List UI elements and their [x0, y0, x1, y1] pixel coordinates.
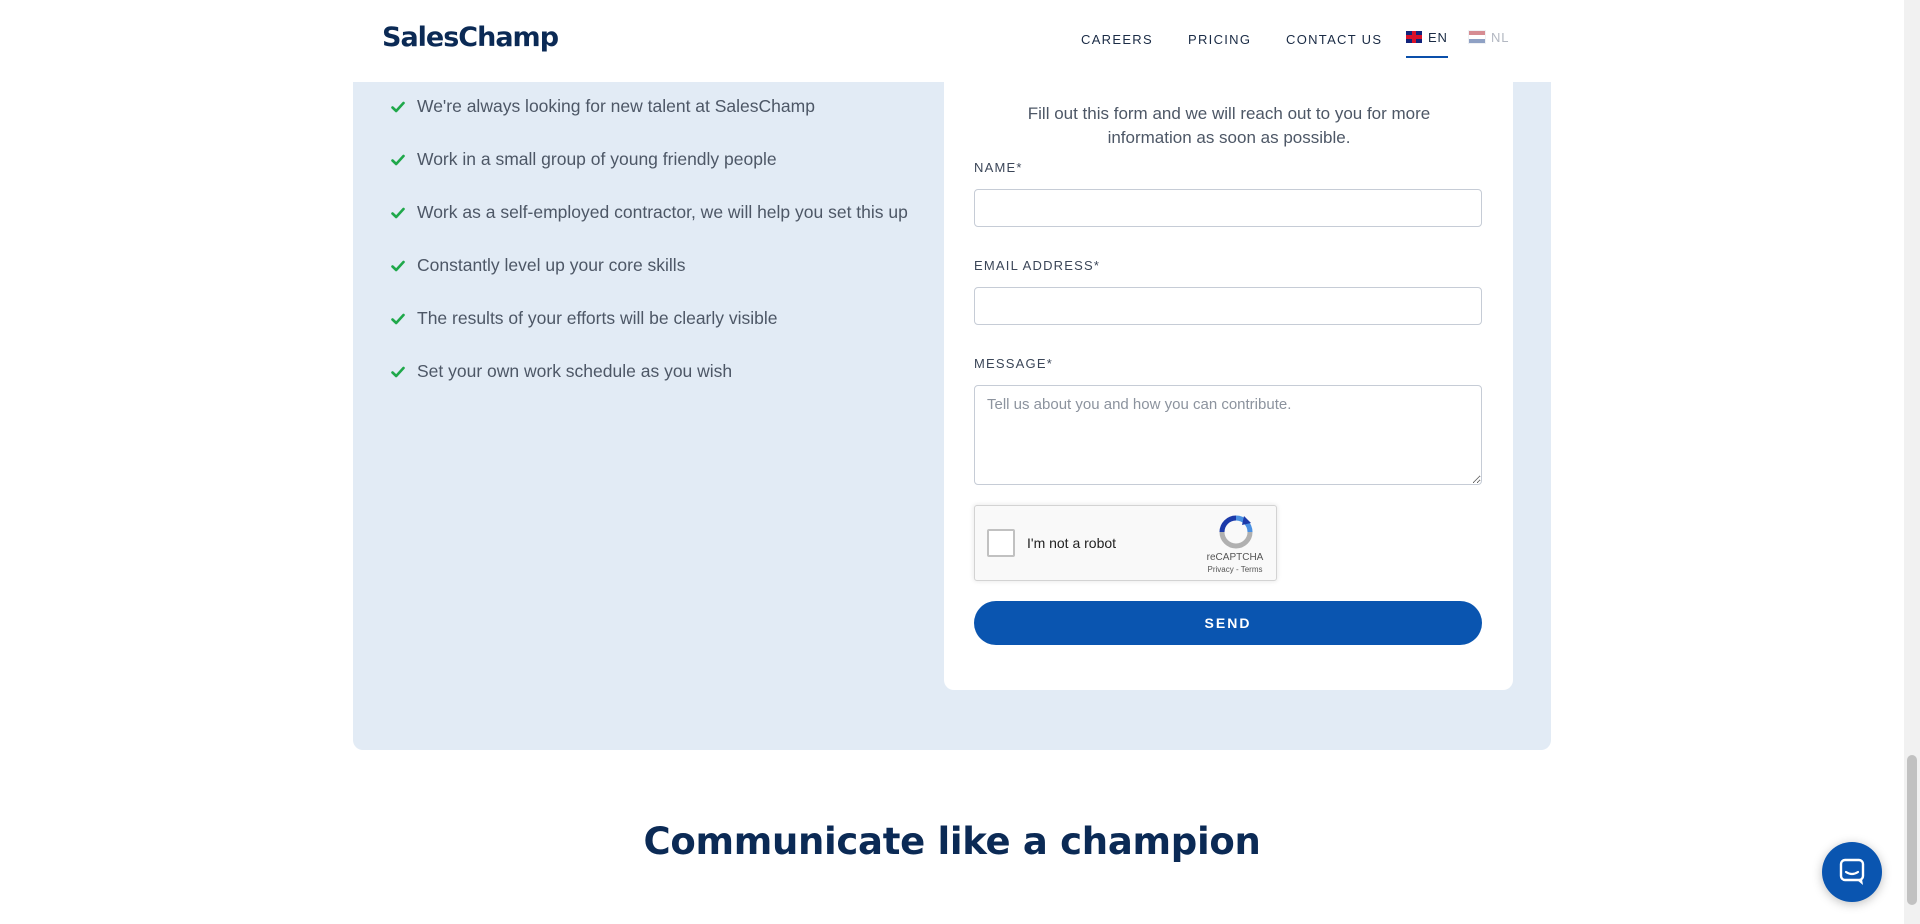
language-nl[interactable]: NL	[1468, 30, 1510, 56]
recaptcha-widget: I'm not a robot reCAPTCHA Privacy - Term…	[974, 505, 1277, 581]
chat-launcher-button[interactable]	[1822, 842, 1882, 902]
email-label: EMAIL ADDRESS*	[974, 258, 1101, 273]
benefit-text: The results of your efforts will be clea…	[417, 308, 778, 328]
benefit-text: Work as a self-employed contractor, we w…	[417, 202, 908, 222]
message-label: MESSAGE*	[974, 356, 1053, 371]
recaptcha-checkbox[interactable]	[987, 529, 1015, 557]
name-label: NAME*	[974, 160, 1023, 175]
benefit-text: Constantly level up your core skills	[417, 255, 686, 275]
benefit-text: Work in a small group of young friendly …	[417, 149, 777, 169]
nav-pricing[interactable]: PRICING	[1188, 32, 1251, 47]
name-input[interactable]	[974, 189, 1482, 227]
check-icon	[391, 101, 405, 112]
benefit-item: We're always looking for new talent at S…	[391, 96, 815, 117]
check-icon	[391, 154, 405, 165]
site-header: SalesChamp CAREERS PRICING CONTACT US EN…	[0, 0, 1904, 82]
benefit-item: Work as a self-employed contractor, we w…	[391, 202, 908, 223]
language-code: NL	[1491, 30, 1510, 45]
check-icon	[391, 366, 405, 377]
check-icon	[391, 313, 405, 324]
check-icon	[391, 207, 405, 218]
nav-careers[interactable]: CAREERS	[1081, 32, 1153, 47]
recaptcha-logo-icon	[1219, 515, 1253, 549]
language-code: EN	[1428, 30, 1448, 45]
benefit-item: Constantly level up your core skills	[391, 255, 685, 276]
benefit-item: Work in a small group of young friendly …	[391, 149, 777, 170]
saleschamp-logo[interactable]: SalesChamp	[382, 22, 559, 53]
check-icon	[391, 260, 405, 271]
recaptcha-brand: reCAPTCHA	[1206, 552, 1264, 563]
recaptcha-label: I'm not a robot	[1027, 535, 1117, 551]
chat-icon	[1839, 858, 1865, 885]
page: We're always looking for new talent at S…	[0, 0, 1920, 924]
send-button[interactable]: SEND	[974, 601, 1482, 645]
email-input[interactable]	[974, 287, 1482, 325]
nav-contact-us[interactable]: CONTACT US	[1286, 32, 1382, 47]
section-heading: Communicate like a champion	[643, 820, 1261, 863]
page-scrollbar[interactable]	[1904, 0, 1920, 924]
message-textarea[interactable]	[974, 385, 1482, 485]
language-en[interactable]: EN	[1406, 30, 1448, 58]
form-subtitle: Fill out this form and we will reach out…	[1027, 104, 1431, 147]
benefit-text: We're always looking for new talent at S…	[417, 96, 815, 116]
benefit-item: Set your own work schedule as you wish	[391, 361, 732, 382]
benefit-text: Set your own work schedule as you wish	[417, 361, 733, 381]
nl-flag-icon	[1468, 30, 1486, 44]
recaptcha-terms-link[interactable]: Privacy - Terms	[1191, 565, 1279, 574]
benefit-item: The results of your efforts will be clea…	[391, 308, 778, 329]
uk-flag-icon	[1406, 31, 1422, 43]
scrollbar-thumb[interactable]	[1907, 755, 1917, 905]
